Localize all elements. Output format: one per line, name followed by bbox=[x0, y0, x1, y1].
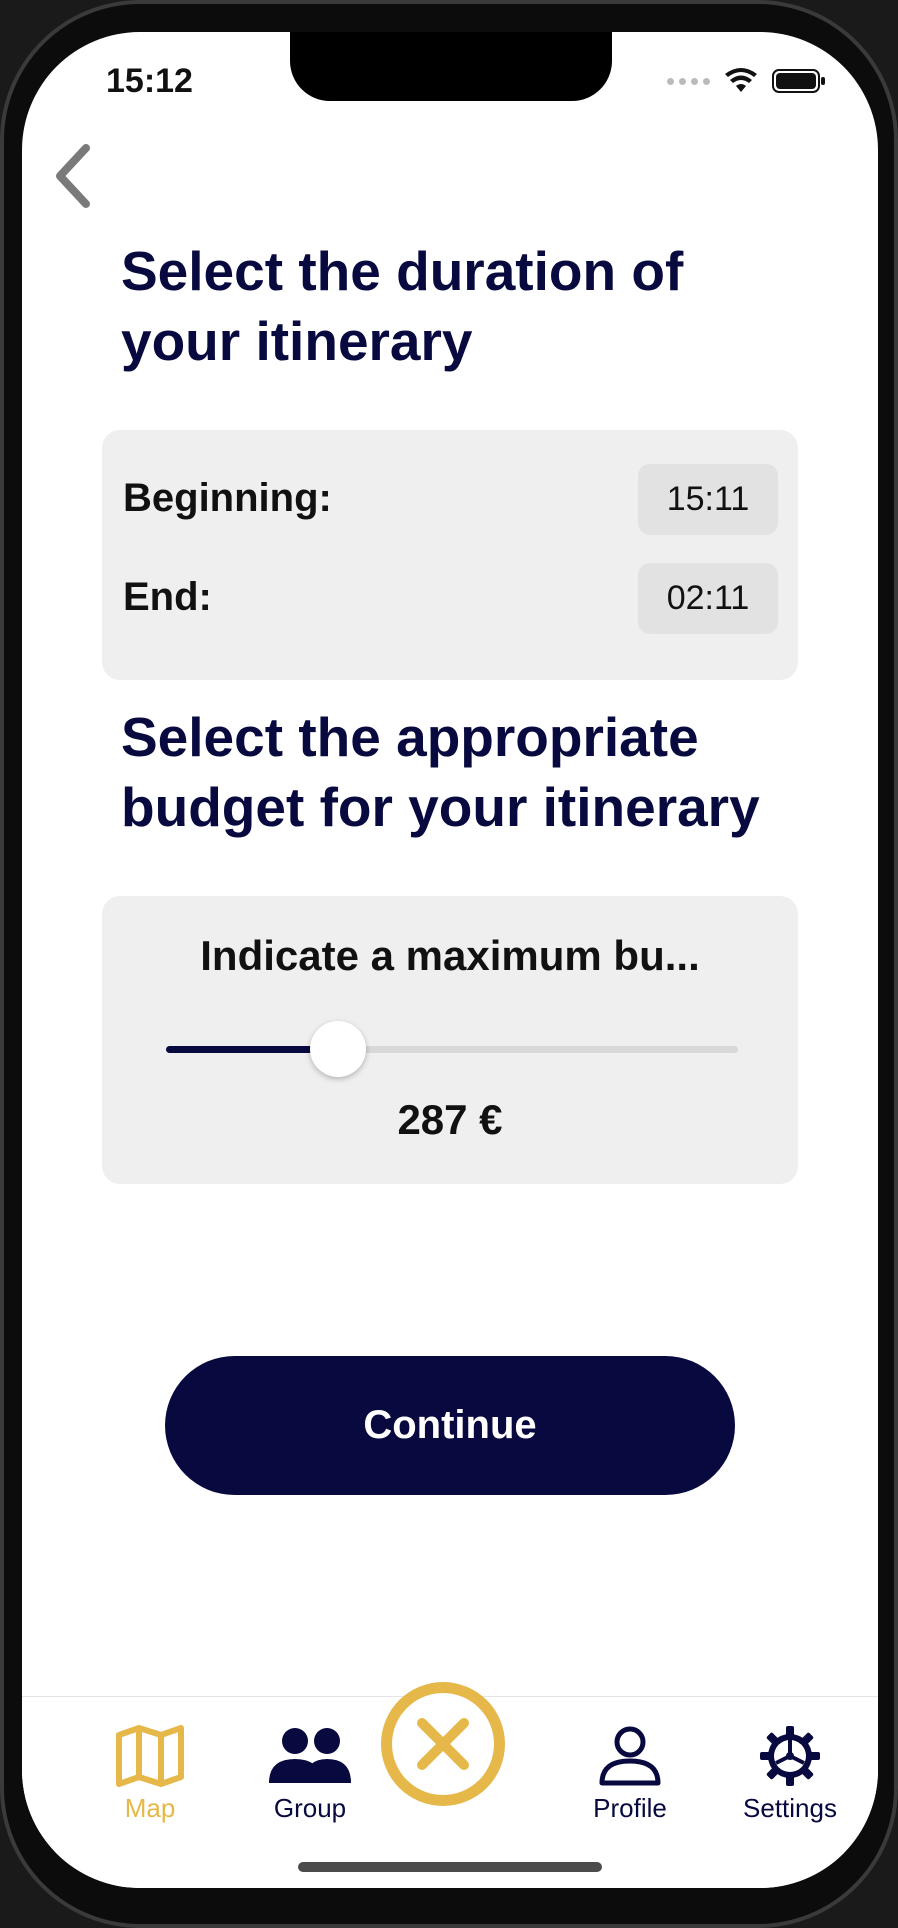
close-icon bbox=[381, 1682, 505, 1806]
signal-icon bbox=[667, 77, 710, 85]
tab-settings[interactable]: Settings bbox=[720, 1697, 860, 1824]
status-time: 15:12 bbox=[106, 62, 193, 100]
budget-slider[interactable] bbox=[166, 1021, 738, 1077]
budget-label: Indicate a maximum bu... bbox=[200, 932, 700, 979]
tab-profile[interactable]: Profile bbox=[560, 1697, 700, 1824]
budget-value: 287 € bbox=[397, 1096, 503, 1143]
profile-icon bbox=[599, 1726, 661, 1786]
gear-icon bbox=[760, 1726, 820, 1786]
battery-icon bbox=[772, 69, 825, 93]
tab-map[interactable]: Map bbox=[80, 1697, 220, 1824]
tab-label-profile: Profile bbox=[593, 1793, 667, 1823]
beginning-label: Beginning: bbox=[123, 476, 332, 520]
duration-card: Beginning: 15:11 End: 02:11 bbox=[102, 430, 798, 680]
end-time-picker[interactable]: 02:11 bbox=[638, 563, 778, 634]
budget-title: Select the appropriate budget for your i… bbox=[121, 706, 760, 838]
camera-notch bbox=[290, 32, 612, 101]
chevron-left-icon bbox=[56, 144, 90, 208]
beginning-time-picker[interactable]: 15:11 bbox=[638, 464, 778, 535]
slider-thumb[interactable] bbox=[309, 1021, 366, 1077]
tab-label-settings: Settings bbox=[743, 1793, 837, 1823]
tab-label-map: Map bbox=[124, 1793, 176, 1823]
group-icon bbox=[269, 1728, 351, 1783]
app-screen: 15:12 Select the duration of your itiner… bbox=[22, 32, 878, 1888]
tab-label-group: Group bbox=[273, 1793, 347, 1823]
tab-group[interactable]: Group bbox=[240, 1697, 380, 1824]
back-button[interactable] bbox=[42, 136, 102, 216]
budget-card: Indicate a maximum bu... 287 € bbox=[102, 896, 798, 1184]
status-icons bbox=[667, 68, 826, 94]
wifi-icon bbox=[725, 68, 757, 92]
continue-button[interactable]: Continue bbox=[165, 1356, 735, 1495]
end-label: End: bbox=[123, 575, 212, 619]
close-itinerary-button[interactable] bbox=[378, 1679, 508, 1809]
map-icon bbox=[116, 1725, 184, 1787]
home-indicator bbox=[298, 1862, 602, 1872]
duration-title: Select the duration of your itinerary bbox=[121, 240, 684, 372]
device-frame: 15:12 Select the duration of your itiner… bbox=[0, 0, 898, 1928]
tab-bar: Map Group Profile Settings bbox=[22, 1682, 878, 1888]
